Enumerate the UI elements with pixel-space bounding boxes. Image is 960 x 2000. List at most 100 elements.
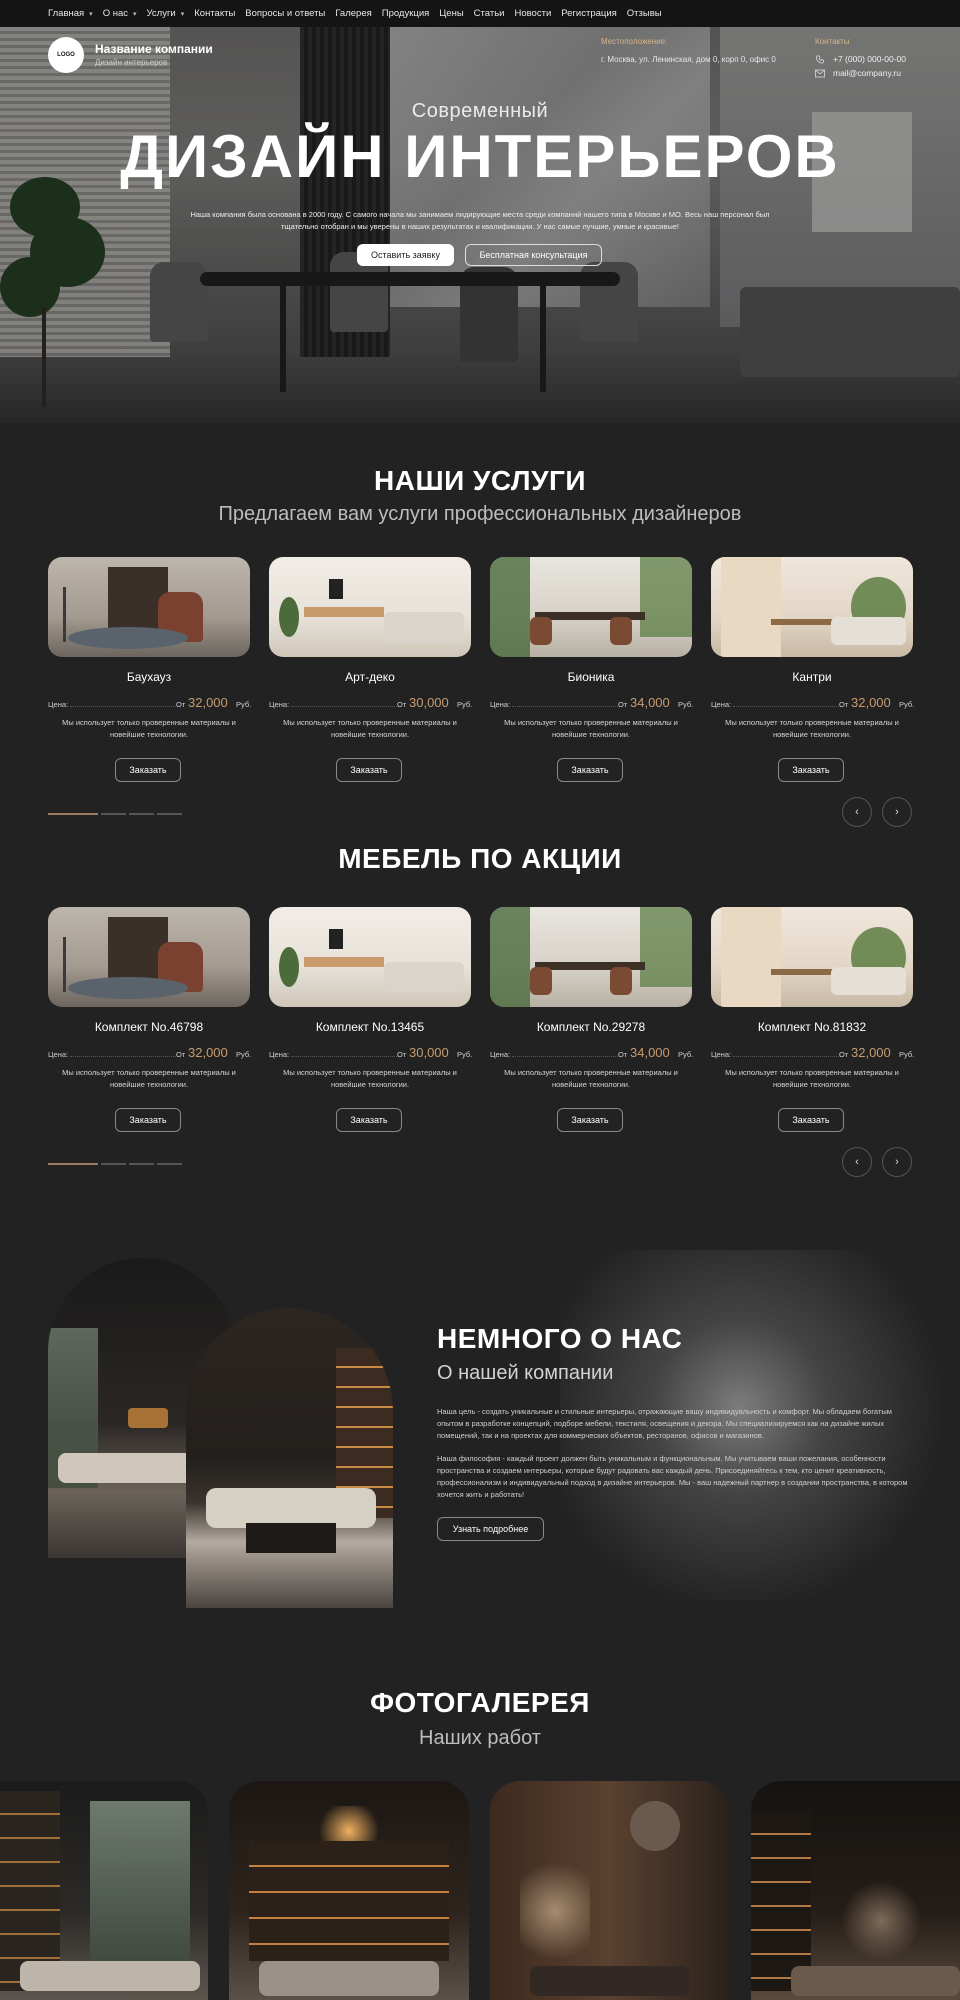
- promo-card: Комплект No.81832 Цена: От 32,000 Руб. М…: [711, 907, 914, 1147]
- promo-card: Комплект No.13465 Цена: От 30,000 Руб. М…: [269, 907, 472, 1147]
- service-card: Кантри Цена: От 32,000 Руб. Мы используе…: [711, 557, 914, 797]
- promo-next-button[interactable]: ›: [882, 1147, 912, 1177]
- chevron-left-icon: ‹: [855, 806, 859, 818]
- nav-item-home[interactable]: Главная ▾: [48, 8, 93, 19]
- promo-card-description: Мы использует только проверенные материа…: [283, 1068, 457, 1089]
- promo-card-description: Мы использует только проверенные материа…: [62, 1068, 236, 1089]
- promo-card-description: Мы использует только проверенные материа…: [725, 1068, 899, 1089]
- location-label: Местоположение:: [601, 37, 668, 46]
- pager-dot[interactable]: [129, 1163, 154, 1165]
- pager-dot-active[interactable]: [48, 1163, 98, 1165]
- request-button[interactable]: Оставить заявку: [357, 244, 454, 266]
- nav-item-news[interactable]: Новости: [514, 8, 551, 19]
- price-from: От: [618, 1050, 628, 1059]
- promo-card-image[interactable]: [269, 907, 471, 1007]
- order-button[interactable]: Заказать: [778, 1108, 844, 1132]
- pager-dot-active[interactable]: [48, 813, 98, 815]
- price-label: Цена:: [490, 700, 511, 709]
- gallery-image[interactable]: [229, 1781, 469, 2000]
- nav-item-gallery[interactable]: Галерея: [335, 8, 371, 19]
- service-card-description: Мы использует только проверенные материа…: [283, 718, 457, 739]
- price-currency: Руб.: [236, 700, 252, 709]
- price-from: От: [176, 1050, 186, 1059]
- free-consultation-button[interactable]: Бесплатная консультация: [465, 244, 602, 266]
- phone-link[interactable]: +7 (000) 000-00-00: [815, 54, 906, 64]
- pager-dot[interactable]: [157, 1163, 182, 1165]
- nav-item-services[interactable]: Услуги ▾: [147, 8, 185, 19]
- about-title: НЕМНОГО О НАС: [437, 1323, 683, 1354]
- order-button[interactable]: Заказать: [557, 1108, 623, 1132]
- service-card-image[interactable]: [711, 557, 913, 657]
- service-card-image[interactable]: [490, 557, 692, 657]
- gallery-image[interactable]: [0, 1781, 208, 2000]
- pager-dot[interactable]: [101, 1163, 126, 1165]
- nav-item-label: Новости: [514, 8, 552, 19]
- price-label: Цена:: [711, 700, 732, 709]
- service-card: Арт-деко Цена: От 30,000 Руб. Мы использ…: [269, 557, 472, 797]
- promo-card-image[interactable]: [711, 907, 913, 1007]
- nav-item-prices[interactable]: Цены: [439, 8, 463, 19]
- service-card-image[interactable]: [269, 557, 471, 657]
- nav-item-about[interactable]: О нас ▾: [103, 8, 137, 19]
- order-button[interactable]: Заказать: [557, 758, 623, 782]
- promo-card-name: Комплект No.81832: [757, 1020, 867, 1034]
- chevron-down-icon: ▾: [133, 10, 137, 18]
- promo-title: МЕБЕЛЬ ПО АКЦИИ: [338, 843, 622, 874]
- nav-item-label: Регистрация: [561, 8, 617, 19]
- service-card-name: Баухауз: [126, 670, 172, 684]
- gallery-image[interactable]: [751, 1781, 960, 2000]
- location-value: г. Москва, ул. Ленинская, дом 0, корп 0,…: [601, 55, 776, 64]
- nav-item-label: О нас: [102, 8, 128, 19]
- price-leader: [70, 1056, 178, 1057]
- email-link[interactable]: mail@company.ru: [815, 68, 901, 78]
- price-value: 32,000: [188, 695, 228, 710]
- price-from: От: [397, 1050, 407, 1059]
- order-button[interactable]: Заказать: [115, 1108, 181, 1132]
- nav-item-faq[interactable]: Вопросы и ответы: [245, 8, 325, 19]
- pager-dot[interactable]: [129, 813, 154, 815]
- nav-item-reviews[interactable]: Отзывы: [627, 8, 662, 19]
- services-prev-button[interactable]: ‹: [842, 797, 872, 827]
- price-currency: Руб.: [236, 1050, 252, 1059]
- nav-item-registration[interactable]: Регистрация: [561, 8, 617, 19]
- nav-item-label: Статьи: [473, 8, 505, 19]
- promo-card-description: Мы использует только проверенные материа…: [504, 1068, 678, 1089]
- nav-item-products[interactable]: Продукция: [382, 8, 430, 19]
- services-pager: [48, 813, 182, 815]
- services-subtitle: Предлагаем вам услуги профессиональных д…: [218, 503, 742, 525]
- price-label: Цена:: [269, 700, 290, 709]
- promo-card-name: Комплект No.13465: [315, 1020, 425, 1034]
- order-button[interactable]: Заказать: [778, 758, 844, 782]
- gallery-image[interactable]: [490, 1781, 730, 2000]
- promo-card-image[interactable]: [490, 907, 692, 1007]
- order-button[interactable]: Заказать: [336, 758, 402, 782]
- price-currency: Руб.: [678, 1050, 694, 1059]
- price-label: Цена:: [48, 700, 69, 709]
- price-from: От: [176, 700, 186, 709]
- price-currency: Руб.: [678, 700, 694, 709]
- about-paragraph: Наша философия - каждый проект должен бы…: [437, 1454, 908, 1499]
- nav-item-articles[interactable]: Статьи: [474, 8, 505, 19]
- service-card-description: Мы использует только проверенные материа…: [725, 718, 899, 739]
- logo[interactable]: LOGO: [48, 37, 84, 73]
- nav-item-label: Продукция: [381, 8, 430, 19]
- pager-dot[interactable]: [157, 813, 182, 815]
- price-label: Цена:: [48, 1050, 69, 1059]
- order-button[interactable]: Заказать: [336, 1108, 402, 1132]
- services-next-button[interactable]: ›: [882, 797, 912, 827]
- service-card-description: Мы использует только проверенные материа…: [62, 718, 236, 739]
- service-card-image[interactable]: [48, 557, 250, 657]
- price-leader: [733, 1056, 841, 1057]
- pager-dot[interactable]: [101, 813, 126, 815]
- promo-card-image[interactable]: [48, 907, 250, 1007]
- promo-prev-button[interactable]: ‹: [842, 1147, 872, 1177]
- contacts-label: Контакты: [815, 37, 850, 46]
- service-card: Баухауз Цена: От 32,000 Руб. Мы использу…: [48, 557, 252, 797]
- nav-item-contacts[interactable]: Контакты: [194, 8, 235, 19]
- learn-more-button[interactable]: Узнать подробнее: [437, 1517, 544, 1541]
- price-leader: [291, 706, 399, 707]
- order-button[interactable]: Заказать: [115, 758, 181, 782]
- company-name: Название компании: [95, 42, 213, 56]
- top-navigation: Главная ▾ О нас ▾ Услуги ▾ Контакты Вопросы…: [0, 0, 960, 27]
- price-from: От: [397, 700, 407, 709]
